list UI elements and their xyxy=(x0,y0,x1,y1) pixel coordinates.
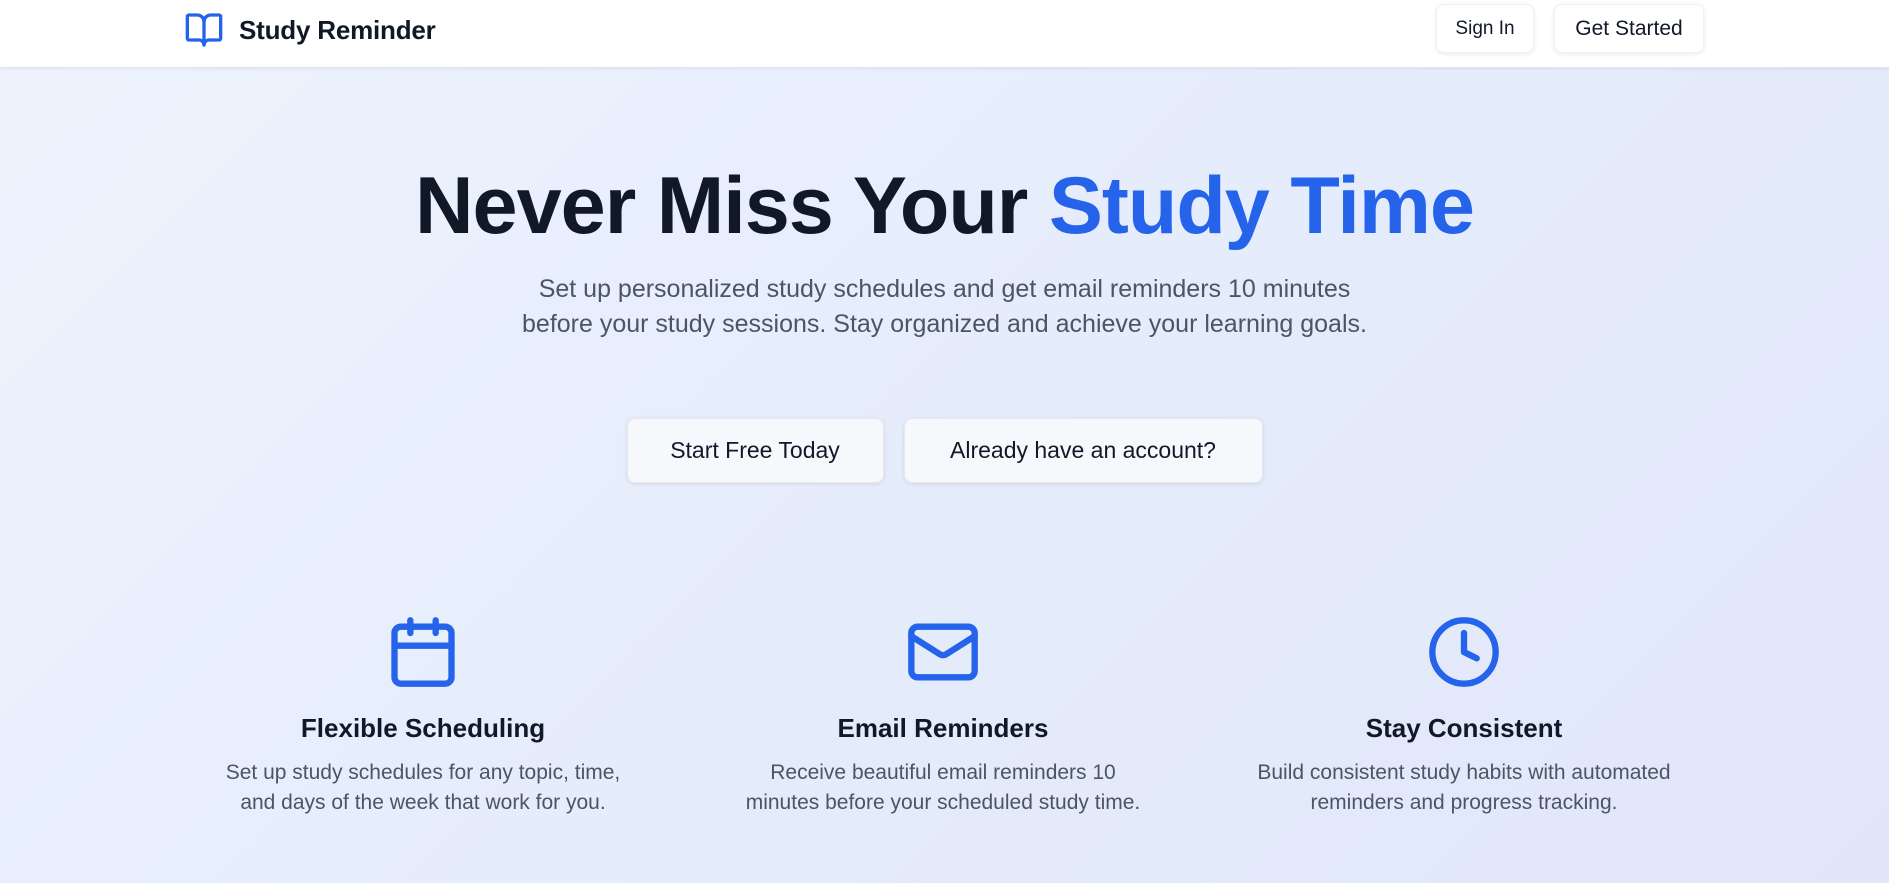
feature-description: Build consistent study habits with autom… xyxy=(1257,761,1671,814)
feature-description: Set up study schedules for any topic, ti… xyxy=(225,761,621,814)
clock-icon xyxy=(1429,617,1499,687)
brand-logo[interactable]: Study Reminder xyxy=(184,10,436,50)
header-actions: Sign In Get Started xyxy=(1436,4,1704,53)
feature-title: Stay Consistent xyxy=(1365,713,1563,743)
book-open-icon xyxy=(185,13,223,47)
feature-card: Stay Consistent Build consistent study h… xyxy=(1224,614,1704,818)
existing-account-button[interactable]: Already have an account? xyxy=(903,418,1263,483)
calendar-icon xyxy=(391,617,455,687)
feature-title: Email Reminders xyxy=(837,713,1049,743)
get-started-button[interactable]: Get Started xyxy=(1554,4,1704,53)
hero-actions: Start Free Today Already have an account… xyxy=(0,418,1889,483)
hero-title: Never Miss Your Study Time xyxy=(0,158,1889,254)
hero-subtitle: Set up personalized study schedules and … xyxy=(522,275,1367,338)
feature-title: Flexible Scheduling xyxy=(300,713,546,743)
mail-icon xyxy=(908,623,978,681)
feature-card: Email Reminders Receive beautiful email … xyxy=(703,614,1183,818)
feature-card: Flexible Scheduling Set up study schedul… xyxy=(183,614,663,818)
hero-title-accent: Study Time xyxy=(1048,161,1475,251)
start-free-button[interactable]: Start Free Today xyxy=(626,418,884,483)
brand-name: Study Reminder xyxy=(239,14,436,45)
sign-in-button[interactable]: Sign In xyxy=(1436,4,1534,53)
hero-title-main: Never Miss Your xyxy=(415,161,1028,251)
feature-description: Receive beautiful email reminders 10 min… xyxy=(745,761,1141,814)
top-navigation-bar: Study Reminder Sign In Get Started xyxy=(0,0,1889,68)
